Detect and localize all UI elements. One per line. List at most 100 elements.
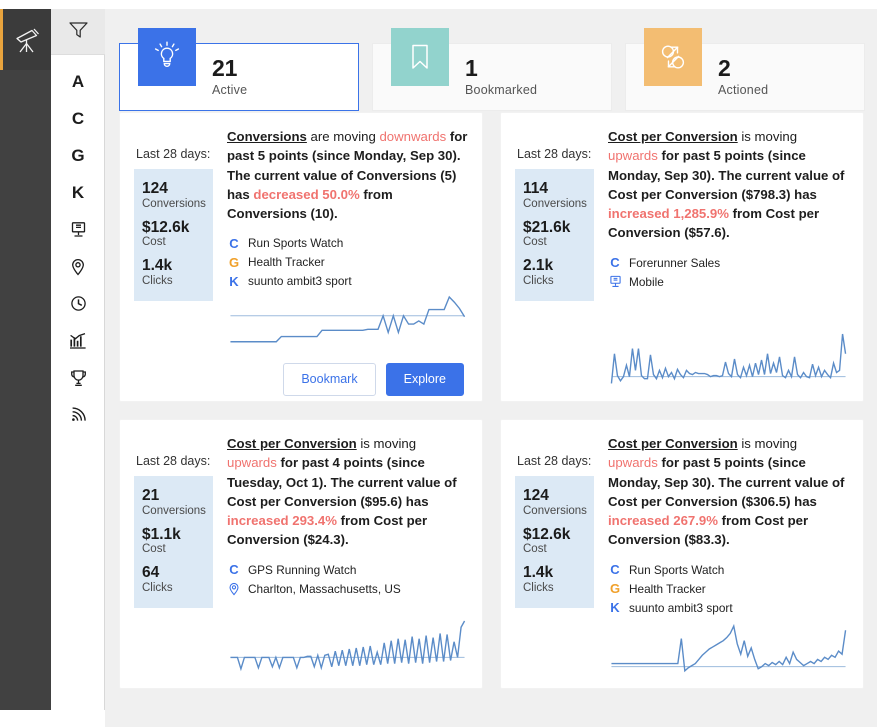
insight-direction: upwards xyxy=(608,148,658,164)
insight-direction: downwards xyxy=(379,129,447,144)
insight-card[interactable]: Last 28 days: 124 Conversions $12.6k Cos… xyxy=(500,419,864,689)
card-body: Conversions are moving downwards for pas… xyxy=(213,127,468,396)
dimension-label: GPS Running Watch xyxy=(248,562,357,577)
sidebar-item-a[interactable]: A xyxy=(51,63,105,100)
app-rail xyxy=(0,9,51,710)
dimension-label: Charlton, Massachusetts, US xyxy=(248,581,401,596)
sparkline-chart xyxy=(227,618,468,676)
insight-sentence: Cost per Conversion is moving upwards fo… xyxy=(608,434,849,550)
insight-verb: is moving xyxy=(356,436,417,451)
tile-bookmarked[interactable]: 1 Bookmarked xyxy=(372,28,612,111)
stat-value: 2.1k xyxy=(523,257,554,275)
insight-delta: increased 267.9% xyxy=(608,513,718,529)
insight-metric-link[interactable]: Cost per Conversion xyxy=(608,129,738,144)
funnel-icon xyxy=(68,20,89,44)
actioned-arrows-icon xyxy=(644,28,702,86)
stat-heading: Last 28 days: xyxy=(517,454,592,468)
campaign-icon: C xyxy=(229,562,239,578)
app-logo[interactable] xyxy=(0,9,51,70)
dimension-item: C Run Sports Watch xyxy=(227,236,468,250)
tile-count: 2 xyxy=(718,55,731,82)
stat-label: Clicks xyxy=(523,582,554,595)
stat-value: 1.4k xyxy=(523,564,554,582)
dimension-label: suunto ambit3 sport xyxy=(248,274,352,289)
stat-box: 124 Conversions $12.6k Cost 1.4k Clicks xyxy=(134,169,213,301)
stat-heading: Last 28 days: xyxy=(136,454,211,468)
adgroup-icon: G xyxy=(228,254,240,270)
sidebar-item-performance[interactable] xyxy=(51,322,105,359)
stat-label: Cost xyxy=(523,236,547,249)
sparkline-chart xyxy=(608,331,849,389)
stat-label: Conversions xyxy=(523,197,587,210)
explore-button[interactable]: Explore xyxy=(385,363,464,396)
sidebar-item-signal[interactable] xyxy=(51,396,105,433)
sidebar-item-c[interactable]: C xyxy=(51,100,105,137)
stat-heading: Last 28 days: xyxy=(517,147,592,161)
device-monitor-icon xyxy=(608,275,622,288)
card-actions: Bookmark Explore xyxy=(227,363,468,396)
insight-delta: increased 1,285.9% xyxy=(608,206,729,222)
insight-sentence: Conversions are moving downwards for pas… xyxy=(227,127,468,223)
campaign-icon: C xyxy=(229,235,239,251)
insight-verb: are moving xyxy=(306,129,380,144)
tile-count: 21 xyxy=(212,55,238,82)
insight-verb: is moving xyxy=(737,129,798,144)
insights-canvas: 21 Active 1 Bookmarked 2 Actioned Last 2… xyxy=(105,9,877,727)
dimension-label: Run Sports Watch xyxy=(629,562,725,577)
keyword-icon: K xyxy=(229,273,239,289)
sidebar-item-k[interactable]: K xyxy=(51,174,105,211)
tile-actioned[interactable]: 2 Actioned xyxy=(625,28,865,111)
insight-direction: upwards xyxy=(608,455,658,471)
dimension-list: C Forerunner Sales Mobile xyxy=(608,256,849,294)
sidebar-item-location[interactable] xyxy=(51,248,105,285)
stat-value: 64 xyxy=(142,564,160,582)
insight-metric-link[interactable]: Cost per Conversion xyxy=(227,436,357,451)
stat-value: $12.6k xyxy=(523,525,571,543)
sparkline-chart xyxy=(608,620,849,678)
stat-value: 124 xyxy=(142,180,168,197)
dimension-label: Run Sports Watch xyxy=(248,236,344,251)
card-body: Cost per Conversion is moving upwards fo… xyxy=(594,434,849,676)
dimension-list: C Run Sports Watch G Health Tracker K su… xyxy=(227,236,468,293)
stat-value: $1.1k xyxy=(142,525,181,543)
stat-column: Last 28 days: 21 Conversions $1.1k Cost … xyxy=(134,434,213,676)
stat-column: Last 28 days: 124 Conversions $12.6k Cos… xyxy=(515,434,594,676)
stat-label: Conversions xyxy=(142,504,206,517)
stat-label: Cost xyxy=(142,543,166,556)
sidebar-item-g[interactable]: G xyxy=(51,137,105,174)
dimension-label: Health Tracker xyxy=(248,255,325,270)
card-body: Cost per Conversion is moving upwards fo… xyxy=(213,434,468,676)
stat-label: Cost xyxy=(142,236,166,249)
stat-label: Cost xyxy=(523,543,547,556)
dimension-item: K suunto ambit3 sport xyxy=(227,274,468,288)
dimension-label: Health Tracker xyxy=(629,581,706,596)
sidebar-item-competition[interactable] xyxy=(51,359,105,396)
stat-label: Conversions xyxy=(142,197,206,210)
stat-column: Last 28 days: 114 Conversions $21.6k Cos… xyxy=(515,127,594,389)
filter-button[interactable] xyxy=(51,9,105,55)
bookmark-button[interactable]: Bookmark xyxy=(283,363,376,396)
summary-tiles: 21 Active 1 Bookmarked 2 Actioned xyxy=(105,9,877,112)
stat-column: Last 28 days: 124 Conversions $12.6k Cos… xyxy=(134,127,213,389)
stat-box: 114 Conversions $21.6k Cost 2.1k Clicks xyxy=(515,169,594,301)
dimension-item: C Forerunner Sales xyxy=(608,256,849,270)
insight-metric-link[interactable]: Cost per Conversion xyxy=(608,436,738,451)
keyword-icon: K xyxy=(610,600,620,616)
sidebar-item-device[interactable] xyxy=(51,211,105,248)
dimension-item: G Health Tracker xyxy=(608,582,849,596)
insight-direction: upwards xyxy=(227,455,277,471)
insight-metric-link[interactable]: Conversions xyxy=(227,129,307,144)
stat-heading: Last 28 days: xyxy=(136,147,211,161)
tile-active[interactable]: 21 Active xyxy=(119,28,359,111)
insight-card[interactable]: Last 28 days: 114 Conversions $21.6k Cos… xyxy=(500,112,864,402)
stat-box: 124 Conversions $12.6k Cost 1.4k Clicks xyxy=(515,476,594,608)
dimension-list: C Run Sports Watch G Health Tracker K su… xyxy=(608,563,849,620)
stat-value: 21 xyxy=(142,487,160,504)
sidebar-item-time[interactable] xyxy=(51,285,105,322)
stat-label: Conversions xyxy=(523,504,587,517)
insight-card[interactable]: Last 28 days: 124 Conversions $12.6k Cos… xyxy=(119,112,483,402)
clock-icon xyxy=(70,295,87,312)
insight-card[interactable]: Last 28 days: 21 Conversions $1.1k Cost … xyxy=(119,419,483,689)
stat-label: Clicks xyxy=(142,275,173,288)
sparkline-chart xyxy=(227,293,468,351)
